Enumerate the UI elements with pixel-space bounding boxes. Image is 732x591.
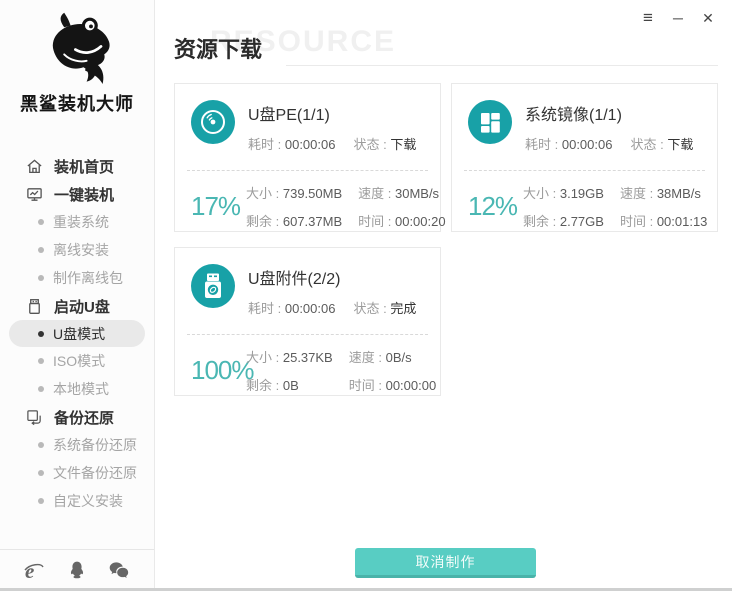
svg-text:e: e <box>25 559 34 583</box>
disc-icon <box>191 100 235 144</box>
page-title: 资源下载 <box>174 32 718 68</box>
sidebar-item-label: 系统备份还原 <box>53 435 137 455</box>
sidebar-item-label: 文件备份还原 <box>53 463 137 483</box>
status-stat: 状态 : 下载 <box>353 134 416 153</box>
sidebar-item-backup-restore[interactable]: 备份还原 <box>0 403 154 431</box>
bullet-icon <box>38 470 44 476</box>
time-stat: 时间 : 00:00:20 <box>358 211 445 230</box>
sidebar-item-file-backup-restore[interactable]: 文件备份还原 <box>0 459 154 487</box>
app-name: 黑鲨装机大师 <box>0 90 154 116</box>
sidebar-item-label: 本地模式 <box>53 379 109 399</box>
size-stat: 大小 : 739.50MB <box>246 183 342 202</box>
progress-percent: 100% <box>191 355 244 386</box>
status-stat: 状态 : 完成 <box>353 298 416 317</box>
sidebar-item-system-backup-restore[interactable]: 系统备份还原 <box>0 431 154 459</box>
bullet-icon <box>38 331 44 337</box>
elapsed-stat: 耗时 : 00:00:06 <box>248 134 335 153</box>
remain-stat: 剩余 : 2.77GB <box>523 211 604 230</box>
size-stat: 大小 : 25.37KB <box>246 347 333 366</box>
shark-logo-icon <box>0 8 154 88</box>
bullet-icon <box>38 498 44 504</box>
bullet-icon <box>38 247 44 253</box>
sidebar: 黑鲨装机大师 装机首页 一键装机 重装系统 <box>0 0 155 591</box>
bullet-icon <box>38 442 44 448</box>
sidebar-item-one-key-install[interactable]: 一键装机 <box>0 180 154 208</box>
backup-restore-icon <box>26 409 43 426</box>
app-logo: 黑鲨装机大师 <box>0 0 154 116</box>
time-stat: 时间 : 00:00:00 <box>349 375 436 394</box>
download-card-usb-pe: U盘PE(1/1) 耗时 : 00:00:06 状态 : 下载 17% 大小 :… <box>174 83 441 232</box>
status-value: 完成 <box>390 301 416 316</box>
window-close-button[interactable]: ✕ <box>698 8 718 28</box>
ie-icon[interactable]: e <box>22 559 46 583</box>
sidebar-item-usb-mode[interactable]: U盘模式 <box>9 320 145 347</box>
sidebar-item-boot-usb[interactable]: 启动U盘 <box>0 292 154 320</box>
bullet-icon <box>38 386 44 392</box>
monitor-icon <box>26 186 43 203</box>
progress-percent: 17% <box>191 191 244 222</box>
card-title: U盘附件(2/2) <box>248 265 426 289</box>
sidebar-item-label: 一键装机 <box>54 184 114 205</box>
sidebar-item-label: 启动U盘 <box>54 296 110 317</box>
download-cards: U盘PE(1/1) 耗时 : 00:00:06 状态 : 下载 17% 大小 :… <box>174 83 718 396</box>
sidebar-item-make-offline-package[interactable]: 制作离线包 <box>0 264 154 292</box>
sidebar-item-local-mode[interactable]: 本地模式 <box>0 375 154 403</box>
speed-stat: 速度 : 38MB/s <box>620 183 707 202</box>
usb-attachment-icon <box>191 264 235 308</box>
sidebar-item-offline-install[interactable]: 离线安装 <box>0 236 154 264</box>
download-card-system-image: 系统镜像(1/1) 耗时 : 00:00:06 状态 : 下载 12% 大小 :… <box>451 83 718 232</box>
sidebar-item-reinstall-system[interactable]: 重装系统 <box>0 208 154 236</box>
qq-icon[interactable] <box>66 559 88 583</box>
status-value: 下载 <box>667 137 693 152</box>
bullet-icon <box>38 275 44 281</box>
sidebar-item-label: U盘模式 <box>53 324 105 344</box>
bullet-icon <box>38 219 44 225</box>
main-content: ≡ ─ ✕ RESOURCE 资源下载 U盘PE(1/1) <box>156 0 732 591</box>
sidebar-nav: 装机首页 一键装机 重装系统 离线安装 制作离线包 <box>0 152 154 515</box>
home-icon <box>26 158 43 175</box>
status-value: 下载 <box>390 137 416 152</box>
sidebar-item-label: 制作离线包 <box>53 268 123 288</box>
sidebar-item-label: 离线安装 <box>53 240 109 260</box>
window-minimize-button[interactable]: ─ <box>668 8 688 28</box>
status-stat: 状态 : 下载 <box>630 134 693 153</box>
bullet-icon <box>38 358 44 364</box>
sidebar-item-label: 自定义安装 <box>53 491 123 511</box>
card-title: 系统镜像(1/1) <box>525 101 703 125</box>
windows-icon <box>468 100 512 144</box>
sidebar-item-label: ISO模式 <box>53 351 105 371</box>
sidebar-item-iso-mode[interactable]: ISO模式 <box>0 347 154 375</box>
sidebar-footer: e <box>0 549 154 588</box>
sidebar-item-label: 重装系统 <box>53 212 109 232</box>
usb-drive-icon <box>26 298 43 315</box>
window-controls: ≡ ─ ✕ <box>638 8 718 28</box>
sidebar-item-label: 备份还原 <box>54 407 114 428</box>
sidebar-item-custom-install[interactable]: 自定义安装 <box>0 487 154 515</box>
time-stat: 时间 : 00:01:13 <box>620 211 707 230</box>
sidebar-item-home[interactable]: 装机首页 <box>0 152 154 180</box>
sidebar-item-label: 装机首页 <box>54 156 114 177</box>
remain-stat: 剩余 : 0B <box>246 375 333 394</box>
elapsed-stat: 耗时 : 00:00:06 <box>525 134 612 153</box>
card-title: U盘PE(1/1) <box>248 101 426 125</box>
page-header: RESOURCE 资源下载 <box>174 32 718 68</box>
speed-stat: 速度 : 0B/s <box>349 347 436 366</box>
download-card-usb-attachment: U盘附件(2/2) 耗时 : 00:00:06 状态 : 完成 100% 大小 … <box>174 247 441 396</box>
progress-percent: 12% <box>468 191 521 222</box>
size-stat: 大小 : 3.19GB <box>523 183 604 202</box>
wechat-icon[interactable] <box>107 560 132 582</box>
speed-stat: 速度 : 30MB/s <box>358 183 445 202</box>
remain-stat: 剩余 : 607.37MB <box>246 211 342 230</box>
window-menu-button[interactable]: ≡ <box>638 8 658 28</box>
elapsed-stat: 耗时 : 00:00:06 <box>248 298 335 317</box>
cancel-creation-button[interactable]: 取消制作 <box>355 548 536 578</box>
